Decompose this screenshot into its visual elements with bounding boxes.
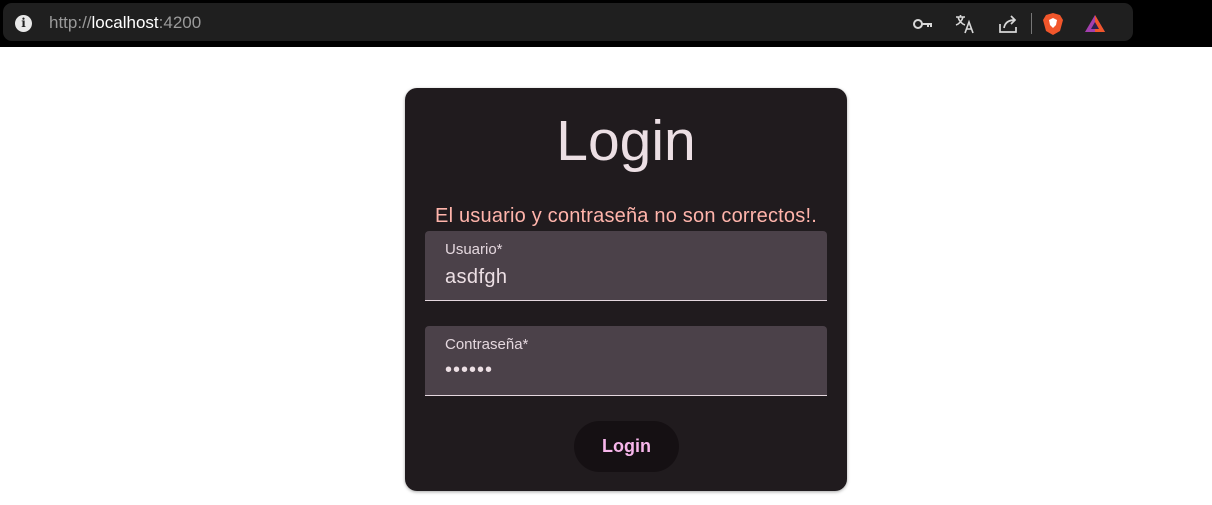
share-icon[interactable]	[997, 13, 1019, 35]
password-field[interactable]: Contraseña* ••••••	[425, 326, 827, 396]
translate-icon[interactable]	[954, 13, 976, 35]
toolbar-separator	[1031, 13, 1032, 34]
url-scheme: http://	[49, 13, 92, 32]
url-host: localhost	[91, 13, 159, 32]
password-label: Contraseña*	[445, 336, 529, 353]
username-label: Usuario*	[445, 241, 503, 258]
error-message: El usuario y contraseña no son correctos…	[435, 205, 817, 227]
password-input[interactable]: ••••••	[445, 358, 493, 382]
login-title: Login	[556, 109, 696, 173]
login-button[interactable]: Login	[574, 421, 679, 472]
password-key-icon[interactable]	[912, 13, 934, 35]
url-text[interactable]: http://localhost:4200	[49, 12, 201, 34]
url-port: :4200	[158, 13, 202, 32]
brave-rewards-icon[interactable]	[1084, 13, 1106, 35]
username-input[interactable]: asdfgh	[445, 265, 507, 289]
login-card: Login El usuario y contraseña no son cor…	[405, 88, 847, 491]
address-bar[interactable]: i http://localhost:4200	[3, 3, 1133, 41]
browser-toolbar: i http://localhost:4200	[0, 0, 1212, 47]
brave-shield-icon[interactable]	[1042, 12, 1064, 36]
username-field[interactable]: Usuario* asdfgh	[425, 231, 827, 301]
info-icon[interactable]: i	[15, 15, 32, 32]
